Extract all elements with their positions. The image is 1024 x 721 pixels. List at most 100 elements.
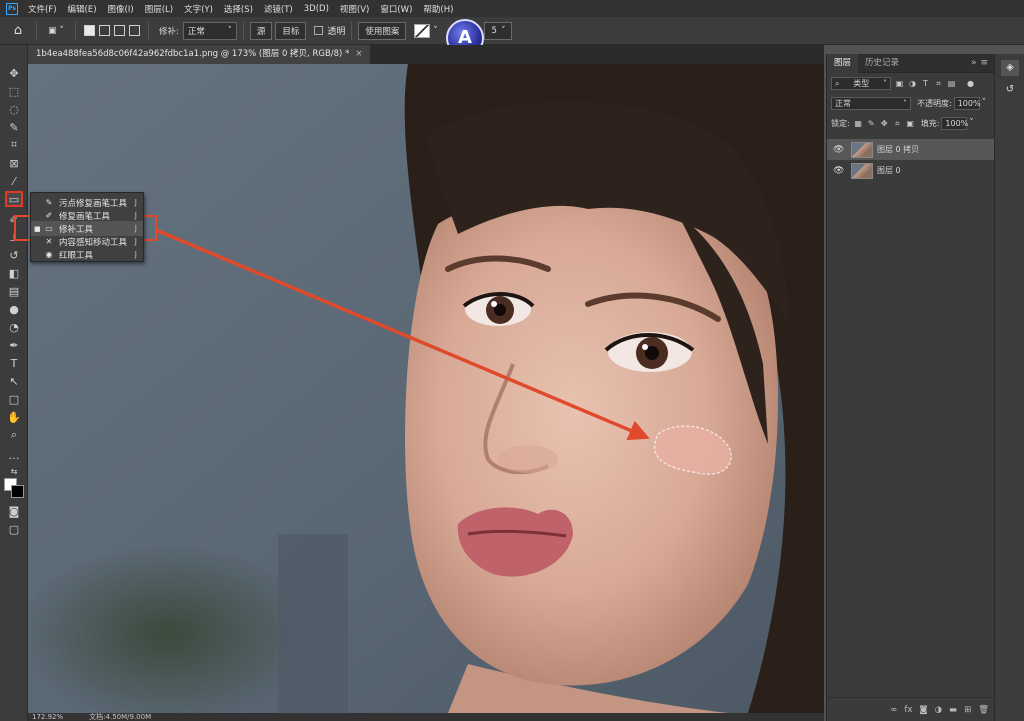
tab-layers[interactable]: 图层 [827,53,859,73]
add-selection-icon[interactable] [99,25,110,36]
menu-layer[interactable]: 图层(L) [145,3,173,15]
screen-mode-icon[interactable]: ▢ [5,521,23,537]
crop-tool-icon[interactable]: ⌗ [5,137,23,153]
trash-icon[interactable]: 🗑 [978,705,989,715]
filter-toggle-icon[interactable]: ● [966,79,975,88]
menu-help[interactable]: 帮助(H) [423,3,453,15]
opacity-field[interactable]: 100% [953,96,981,110]
lock-position-icon[interactable]: ✥ [880,119,889,128]
pen-tool-icon[interactable]: ✒ [5,337,23,353]
patch-icon: ▭ [45,224,53,233]
chevron-down-icon[interactable]: ˅ [430,22,440,40]
use-pattern-button[interactable]: 使用图案 [358,21,407,40]
lasso-tool-icon[interactable]: ◌ [5,101,23,117]
menu-select[interactable]: 选择(S) [224,3,253,15]
history-brush-tool-icon[interactable]: ↺ [5,247,23,263]
transparent-toggle[interactable]: 透明 [314,22,345,40]
blend-opacity-row: 正常 ˅ 不透明度: 100% ˅ [827,93,994,113]
background-color-swatch[interactable] [11,485,24,498]
menu-window[interactable]: 窗口(W) [380,3,412,15]
layer-row[interactable]: 👁 图层 0 [827,160,994,181]
eye-icon[interactable]: 👁 [833,145,845,155]
canvas-area[interactable] [28,64,824,713]
tab-history[interactable]: 历史记录 [858,54,906,73]
path-select-tool-icon[interactable]: ↖ [5,373,23,389]
eye-icon[interactable]: 👁 [833,166,845,176]
quick-select-tool-icon[interactable]: ✎ [5,119,23,135]
lock-artboard-icon[interactable]: ⌗ [893,119,902,128]
portrait-photo [28,64,824,713]
tool-preset-picker[interactable]: ▣ ˅ [43,22,69,40]
eyedropper-tool-icon[interactable]: ⁄ [5,173,23,189]
healing-tools-flyout: ✎ 污点修复画笔工具 J ✐ 修复画笔工具 J ■ ▭ 修补工具 J ✕ 内容感… [30,192,144,262]
add-mask-icon[interactable]: ◙ [919,705,927,715]
lock-all-icon[interactable]: ▣ [906,119,915,128]
panel-footer: ∞ fx ◙ ◑ ▬ ⊞ 🗑 [827,697,995,721]
patch-mode-select[interactable]: 正常 ˅ [182,21,237,40]
lock-transparent-icon[interactable]: ▦ [854,119,863,128]
flyout-item-label: 修补工具 [59,224,94,235]
filter-type-select[interactable]: ⌕ 类型 ˅ [831,76,891,90]
menu-edit[interactable]: 编辑(E) [68,3,97,15]
move-tool-icon[interactable]: ✥ [5,65,23,81]
blend-mode-select[interactable]: 正常 ˅ [831,96,911,110]
fill-field[interactable]: 100% [941,116,968,130]
layers-panel: 图层 历史记录 » ≡ ⌕ 类型 ˅ ▣ ◑ T ⌗ ▤ ● 正常 ˅ 不透明度… [826,53,995,721]
filter-type-icon[interactable]: T [921,79,930,88]
quick-mask-icon[interactable]: ◙ [5,503,23,519]
lock-brush-icon[interactable]: ✎ [867,119,876,128]
chevron-down-icon: ˅ [227,25,232,36]
source-button[interactable]: 源 [249,21,273,40]
more-tools-icon[interactable]: … [5,447,23,463]
panel-menu-icon[interactable]: ≡ [980,58,988,68]
gradient-tool-icon[interactable]: ▤ [5,283,23,299]
collapse-icon[interactable]: » [971,58,977,68]
layer-row[interactable]: 👁 图层 0 拷贝 [827,139,994,160]
intersect-selection-icon[interactable] [129,25,140,36]
subtract-selection-icon[interactable] [114,25,125,36]
new-group-icon[interactable]: ▬ [949,705,957,715]
new-selection-icon[interactable] [84,25,95,36]
target-button[interactable]: 目标 [275,21,307,40]
layer-style-icon[interactable]: fx [904,705,912,715]
home-icon[interactable]: ⌂ [6,22,30,40]
content-aware-move-icon: ✕ [45,237,53,246]
layer-name: 图层 0 拷贝 [877,145,920,154]
hand-tool-icon[interactable]: ✋ [5,409,23,425]
link-layers-icon[interactable]: ∞ [890,705,897,715]
menu-view[interactable]: 视图(V) [340,3,369,15]
chevron-down-icon[interactable]: ˅ [969,118,973,128]
menu-3d[interactable]: 3D(D) [304,4,329,14]
filter-pixel-icon[interactable]: ▣ [895,79,904,88]
filter-shape-icon[interactable]: ⌗ [934,79,943,88]
chevron-down-icon[interactable]: ˅ [982,98,986,108]
new-layer-icon[interactable]: ⊞ [964,705,971,715]
menu-type[interactable]: 文字(Y) [184,3,213,15]
flyout-item-red-eye[interactable]: ◉ 红眼工具 J [31,247,143,262]
menu-file[interactable]: 文件(F) [28,3,57,15]
dodge-tool-icon[interactable]: ◔ [5,319,23,335]
patch-tool-icon[interactable]: ▭ [5,191,23,207]
frame-tool-icon[interactable]: ⊠ [5,155,23,171]
diffusion-field[interactable]: 5 ˅ [484,21,513,40]
blur-tool-icon[interactable]: ● [5,301,23,317]
filter-smart-object-icon[interactable]: ▤ [947,79,956,88]
type-tool-icon[interactable]: T [5,355,23,371]
eraser-tool-icon[interactable]: ◧ [5,265,23,281]
menu-filter[interactable]: 滤镜(T) [264,3,293,15]
opacity-label: 不透明度: [917,98,952,108]
zoom-tool-icon[interactable]: ⌕ [5,427,23,443]
menu-image[interactable]: 图像(I) [108,3,134,15]
close-icon[interactable]: × [355,49,362,59]
zoom-level[interactable]: 172.92% [32,713,63,721]
pattern-swatch-icon[interactable] [414,23,431,38]
layers-panel-icon[interactable]: ◈ [1001,60,1019,76]
adjustment-layer-icon[interactable]: ◑ [935,705,942,715]
rectangle-tool-icon[interactable]: □ [5,391,23,407]
history-panel-icon[interactable]: ↺ [1001,82,1019,98]
swap-colors-icon[interactable]: ⇆ [5,463,23,479]
document-tab[interactable]: 1b4ea488fea56d8c06f42a962fdbc1a1.png @ 1… [28,45,371,64]
marquee-tool-icon[interactable]: ⬚ [5,83,23,99]
chevron-down-icon: ˅ [903,98,907,108]
filter-adjustment-icon[interactable]: ◑ [908,79,917,88]
